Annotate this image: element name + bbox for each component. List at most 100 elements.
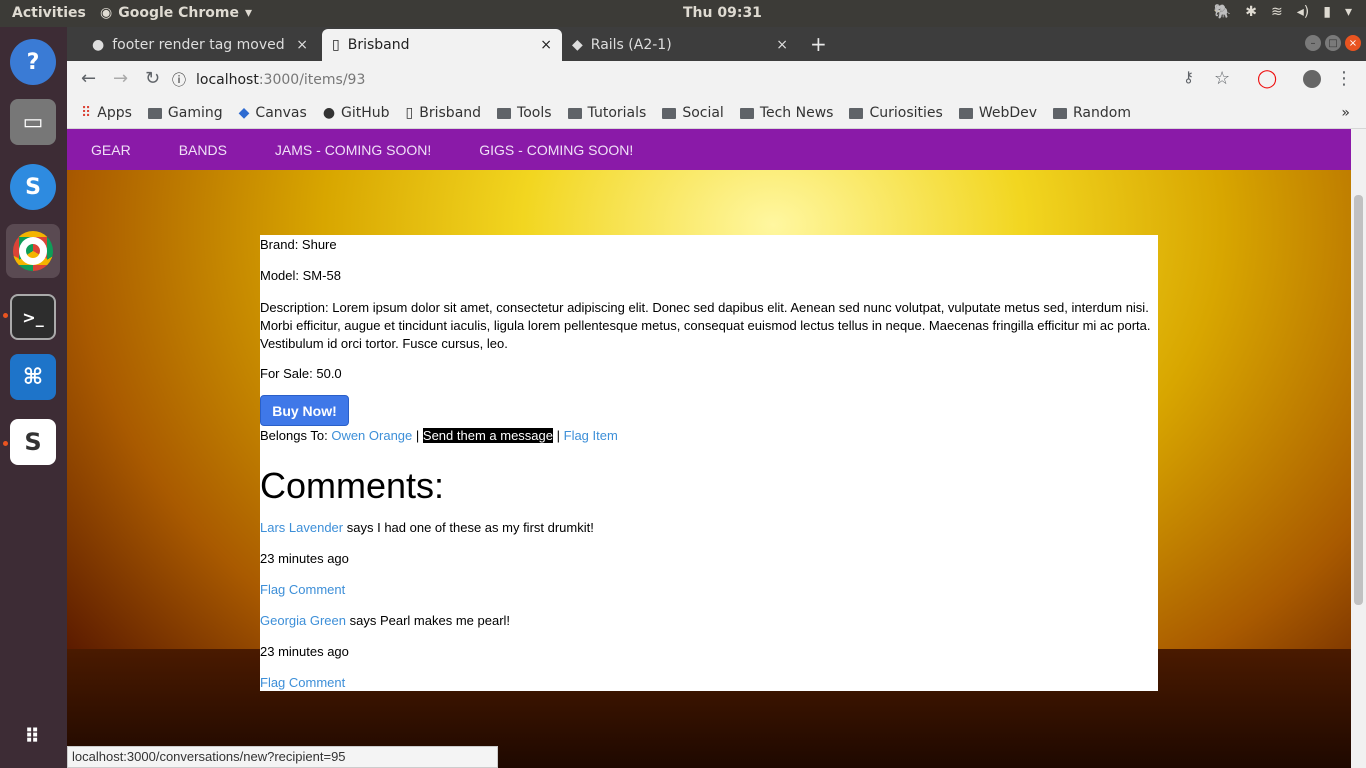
reload-icon[interactable]: ↻ [145, 68, 160, 89]
bookmark-social[interactable]: Social [662, 105, 724, 121]
forward-icon[interactable]: → [113, 68, 128, 89]
bookmark-tutorials[interactable]: Tutorials [567, 105, 646, 121]
comment-user-link[interactable]: Lars Lavender [260, 520, 343, 535]
maximize-icon[interactable]: □ [1325, 35, 1341, 51]
tab-rails[interactable]: ◆ Rails (A2-1) × [562, 29, 798, 61]
page-viewport: GEAR BANDS JAMS - COMING SOON! GIGS - CO… [67, 129, 1351, 768]
app-grid-icon[interactable]: ⠿ [10, 713, 56, 759]
tab-brisband[interactable]: ▯ Brisband × [322, 29, 562, 61]
opera-icon[interactable]: ◯ [1257, 68, 1277, 89]
avatar[interactable] [1303, 70, 1321, 88]
chrome-dock-icon[interactable] [6, 224, 60, 278]
canvas-icon: ◆ [238, 105, 250, 121]
bookmark-webdev[interactable]: WebDev [958, 105, 1037, 121]
site-navbar: GEAR BANDS JAMS - COMING SOON! GIGS - CO… [67, 129, 1351, 170]
bookmark-curiosities[interactable]: Curiosities [849, 105, 943, 121]
menu-icon[interactable]: ⋮ [1335, 68, 1353, 89]
help-icon[interactable]: ? [10, 39, 56, 85]
belongs-to-line: Belongs To: Owen Orange | Send them a me… [260, 428, 618, 443]
buy-now-button[interactable]: Buy Now! [260, 395, 349, 426]
apps-grid-icon: ⠿ [81, 105, 92, 121]
close-window-icon[interactable]: × [1345, 35, 1361, 51]
app-menu[interactable]: ◉ Google Chrome ▾ [100, 5, 252, 21]
folder-icon [147, 107, 162, 119]
bookmark-apps[interactable]: ⠿ Apps [81, 105, 132, 121]
bookmarks-bar: ⠿ Apps Gaming ◆ Canvas ● GitHub ▯ Brisband T… [67, 98, 1366, 129]
simplenote-icon[interactable]: S [10, 164, 56, 210]
power-menu-icon[interactable]: ▾ [1345, 4, 1352, 20]
terminal-icon[interactable]: >_ [10, 294, 56, 340]
new-tab-button[interactable]: + [810, 32, 827, 56]
bookmark-gaming[interactable]: Gaming [147, 105, 223, 121]
nav-jams[interactable]: JAMS - COMING SOON! [275, 142, 431, 158]
item-description: Description: Lorem ipsum dolor sit amet,… [260, 300, 1151, 351]
minimize-icon[interactable]: – [1305, 35, 1321, 51]
back-icon[interactable]: ← [81, 68, 96, 89]
clock[interactable]: Thu 09:31 [683, 5, 762, 21]
chevron-down-icon: ▾ [244, 5, 253, 21]
folder-icon [1053, 107, 1068, 119]
dock: ? ▭ S >_ ⌘ S ⠿ [0, 27, 67, 768]
page-icon: ▯ [332, 37, 340, 53]
scrollbar-thumb[interactable] [1354, 195, 1363, 605]
bookmark-github[interactable]: ● GitHub [323, 105, 390, 121]
star-icon[interactable]: ☆ [1214, 68, 1230, 89]
folder-icon [497, 107, 512, 119]
canvas-icon: ◆ [572, 37, 583, 53]
tab-github[interactable]: ● footer render tag moved × [82, 29, 318, 61]
slack-icon[interactable]: S [10, 419, 56, 465]
nav-gigs[interactable]: GIGS - COMING SOON! [479, 142, 633, 158]
files-icon[interactable]: ▭ [10, 99, 56, 145]
bookmark-random[interactable]: Random [1053, 105, 1131, 121]
vscode-icon[interactable]: ⌘ [10, 354, 56, 400]
folder-icon [849, 107, 864, 119]
bookmark-tools[interactable]: Tools [497, 105, 552, 121]
chrome-icon: ◉ [100, 5, 113, 21]
close-tab-icon[interactable]: × [540, 37, 552, 53]
system-tray[interactable]: 🐘 ✱ ≋ ◂) ▮ ▾ [1214, 4, 1352, 20]
activities-button[interactable]: Activities [12, 5, 86, 21]
close-tab-icon[interactable]: × [776, 37, 788, 53]
item-model: Model: SM-58 [260, 268, 341, 283]
status-bar-url: localhost:3000/conversations/new?recipie… [67, 746, 498, 768]
info-icon[interactable]: ⓘ [172, 70, 186, 90]
folder-icon [662, 107, 677, 119]
comment-2-time: 23 minutes ago [260, 644, 349, 659]
browser-toolbar: ← → ↻ ⓘ localhost:3000/items/93 ⚷ ☆ ◯ ⋮ [67, 61, 1366, 98]
item-card: Brand: Shure Model: SM-58 Description: L… [260, 235, 1158, 691]
comment-1: Lars Lavender says I had one of these as… [260, 520, 594, 535]
tab-strip: ● footer render tag moved × ▯ Brisband ×… [67, 27, 1366, 61]
comment-1-time: 23 minutes ago [260, 551, 349, 566]
bookmarks-overflow-icon[interactable]: » [1341, 105, 1350, 121]
flag-comment-link[interactable]: Flag Comment [260, 675, 345, 690]
item-brand: Brand: Shure [260, 237, 337, 252]
flag-comment-link[interactable]: Flag Comment [260, 582, 345, 597]
bookmark-canvas[interactable]: ◆ Canvas [239, 105, 307, 121]
comment-2: Georgia Green says Pearl makes me pearl! [260, 613, 511, 628]
bookmark-brisband[interactable]: ▯ Brisband [406, 105, 482, 121]
flag-item-link[interactable]: Flag Item [564, 428, 618, 443]
folder-icon [958, 107, 973, 119]
github-icon: ● [92, 37, 105, 53]
nav-gear[interactable]: GEAR [91, 142, 131, 158]
bookmark-tech-news[interactable]: Tech News [739, 105, 833, 121]
system-top-bar: Activities ◉ Google Chrome ▾ Thu 09:31 🐘 ✱… [0, 0, 1366, 27]
wifi-icon[interactable]: ≋ [1271, 4, 1283, 20]
battery-icon[interactable]: ▮ [1323, 4, 1331, 20]
postgres-icon[interactable]: 🐘 [1214, 4, 1231, 20]
send-message-link[interactable]: Send them a message [422, 428, 553, 443]
item-for-sale: For Sale: 50.0 [260, 366, 342, 381]
page-icon: ▯ [405, 105, 414, 121]
key-icon[interactable]: ⚷ [1183, 68, 1194, 86]
puzzle-icon[interactable]: ✱ [1245, 4, 1257, 20]
nav-bands[interactable]: BANDS [179, 142, 227, 158]
folder-icon [739, 107, 754, 119]
owner-link[interactable]: Owen Orange [331, 428, 412, 443]
address-bar[interactable]: ⓘ localhost:3000/items/93 [172, 66, 1272, 94]
github-icon: ● [322, 105, 336, 121]
volume-icon[interactable]: ◂) [1297, 4, 1310, 20]
comment-user-link[interactable]: Georgia Green [260, 613, 346, 628]
folder-icon [567, 107, 582, 119]
close-tab-icon[interactable]: × [296, 37, 308, 53]
comments-heading: Comments: [260, 465, 445, 506]
